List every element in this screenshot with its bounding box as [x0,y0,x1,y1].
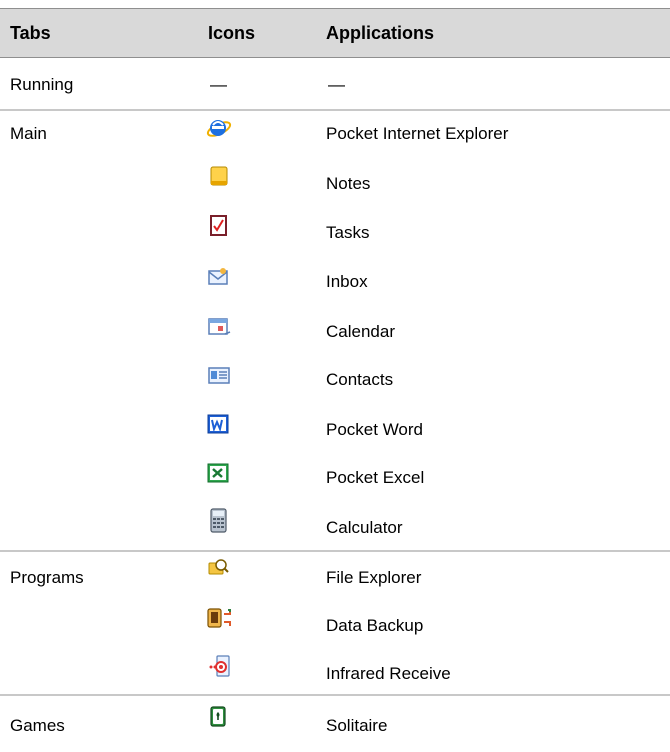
application-name: Calendar [326,322,395,341]
header-applications: Applications [326,23,435,43]
internet-explorer-icon [206,116,232,140]
calculator-icon [206,507,232,535]
calendar-icon [206,314,232,338]
row-divider [0,109,670,111]
header-tabs: Tabs [10,23,51,43]
solitaire-icon [206,704,232,730]
infrared-receive-icon [206,653,234,681]
application-name: Notes [326,174,371,193]
inbox-icon [206,265,230,289]
header-icons: Icons [208,23,256,43]
application-name: Calculator [326,518,403,537]
tab-label-programs: Programs [10,568,84,587]
row-divider [0,550,670,552]
row-divider [0,694,670,696]
file-explorer-icon [206,556,232,582]
notes-icon [208,165,230,189]
application-name: Pocket Word [326,420,424,439]
tasks-icon [208,214,230,238]
icon-dash: — [210,75,227,94]
application-name: Solitaire [326,716,388,735]
pocket-word-icon [206,412,232,436]
pocket-excel-icon [206,461,232,485]
application-name: — [328,75,345,94]
application-name: File Explorer [326,568,422,587]
tab-label-running: Running [10,75,74,94]
application-name: Infrared Receive [326,664,451,683]
tab-label-main: Main [10,124,47,143]
application-name: Pocket Internet Explorer [326,124,509,143]
application-name: Data Backup [326,616,424,635]
application-name: Inbox [326,272,368,291]
application-name: Contacts [326,370,394,389]
data-backup-icon [206,604,234,632]
contacts-icon [206,363,232,387]
application-name: Pocket Excel [326,468,425,487]
table-header: Tabs Icons Applications [0,8,670,58]
tab-label-games: Games [10,716,65,735]
application-name: Tasks [326,223,370,242]
